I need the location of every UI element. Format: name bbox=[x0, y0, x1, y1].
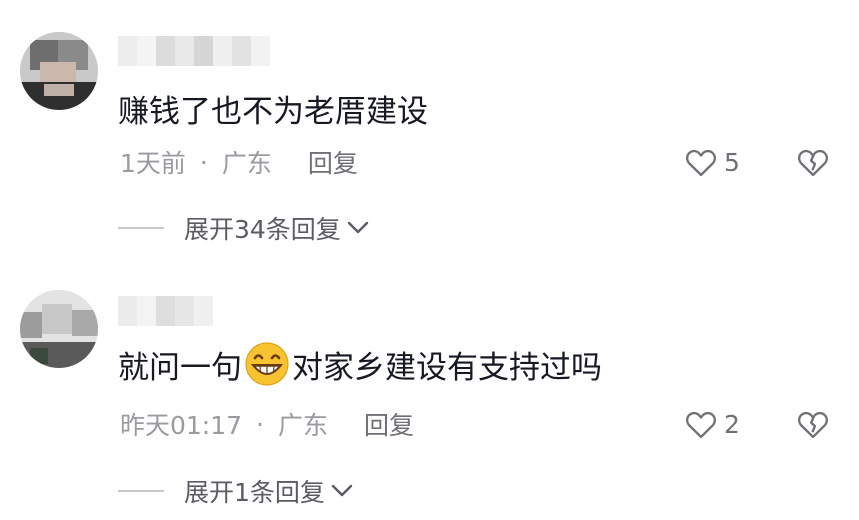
comment-location: 广东 bbox=[278, 411, 329, 440]
comment-text-before: 就问一句 bbox=[118, 349, 242, 386]
dislike-button[interactable] bbox=[796, 409, 830, 443]
divider-line bbox=[118, 227, 164, 229]
like-count: 5 bbox=[724, 147, 740, 177]
reply-button[interactable]: 回复 bbox=[364, 406, 414, 442]
username-blurred[interactable] bbox=[118, 36, 270, 66]
comment-text: 就问一句 对家乡建设有支持过吗 bbox=[118, 340, 602, 388]
expand-replies-label: 展开1条回复 bbox=[184, 478, 325, 507]
broken-heart-icon bbox=[798, 149, 828, 177]
meta-separator: · bbox=[256, 409, 264, 439]
divider-line bbox=[118, 490, 164, 492]
avatar[interactable] bbox=[20, 32, 98, 110]
broken-heart-icon bbox=[798, 411, 828, 439]
grinning-face-emoji bbox=[245, 342, 289, 386]
chevron-down-icon bbox=[347, 221, 369, 234]
comment-time: 1天前 bbox=[120, 149, 186, 178]
like-button[interactable]: 5 bbox=[684, 144, 740, 180]
dislike-button[interactable] bbox=[796, 147, 830, 181]
comment-meta: 昨天01:17 · 广东 回复 bbox=[120, 406, 414, 442]
avatar[interactable] bbox=[20, 290, 98, 368]
chevron-down-icon bbox=[331, 484, 353, 497]
expand-replies-label: 展开34条回复 bbox=[184, 215, 341, 244]
reply-button[interactable]: 回复 bbox=[308, 144, 358, 180]
expand-replies-button[interactable]: 展开1条回复 bbox=[118, 473, 353, 509]
heart-outline-icon bbox=[686, 411, 716, 439]
comment-text-after: 对家乡建设有支持过吗 bbox=[292, 349, 602, 386]
comment-text-content: 赚钱了也不为老厝建设 bbox=[118, 93, 428, 130]
comment-text: 赚钱了也不为老厝建设 bbox=[118, 86, 428, 130]
heart-outline-icon bbox=[686, 149, 716, 177]
like-button[interactable]: 2 bbox=[684, 406, 740, 442]
comment-meta: 1天前 · 广东 回复 bbox=[120, 144, 358, 180]
comment-time: 昨天01:17 bbox=[120, 411, 243, 440]
username-blurred[interactable] bbox=[118, 296, 213, 326]
like-count: 2 bbox=[724, 409, 740, 439]
comment-location: 广东 bbox=[221, 149, 272, 178]
meta-separator: · bbox=[199, 147, 208, 177]
expand-replies-button[interactable]: 展开34条回复 bbox=[118, 210, 369, 246]
